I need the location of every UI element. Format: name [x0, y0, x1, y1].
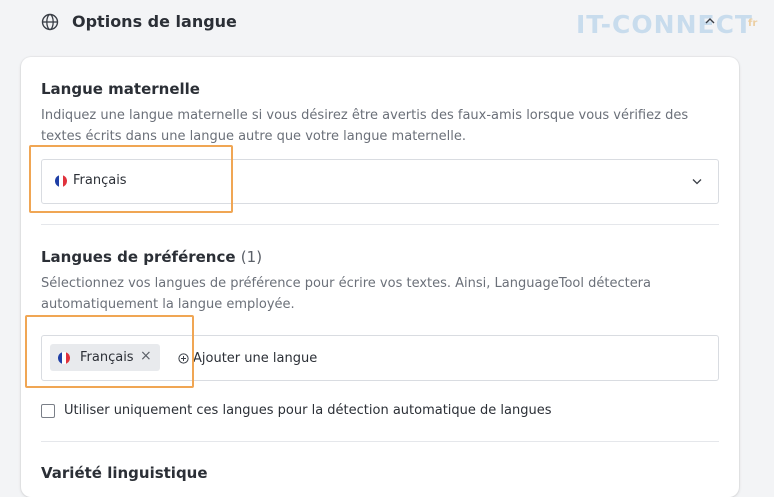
preferred-languages-field[interactable]: Français × Ajouter une langue — [41, 335, 719, 381]
preferred-languages-description: Sélectionnez vos langues de préférence p… — [41, 276, 651, 312]
add-language-label: Ajouter une langue — [193, 350, 318, 366]
divider — [41, 224, 719, 225]
preferred-languages-title: Langues de préférence (1) — [41, 248, 262, 266]
preferred-languages-title-text: Langues de préférence — [41, 248, 236, 266]
section-title: Options de langue — [72, 12, 237, 31]
mother-tongue-select[interactable]: Français — [41, 159, 719, 204]
mother-tongue-title: Langue maternelle — [41, 80, 200, 98]
watermark-suffix: fr — [748, 18, 758, 29]
france-flag-icon — [55, 175, 67, 187]
restrict-detection-checkbox[interactable] — [41, 403, 55, 418]
preferred-languages-count: (1) — [240, 248, 263, 266]
add-language-button[interactable]: Ajouter une langue — [178, 349, 317, 367]
language-chip-label: Français — [80, 350, 134, 365]
chevron-down-icon — [692, 179, 702, 185]
mother-tongue-value: Français — [73, 173, 127, 188]
watermark-logo: IT-CONNECT — [576, 10, 753, 39]
globe-icon — [41, 13, 59, 31]
variety-title: Variété linguistique — [41, 464, 208, 482]
language-settings-card: Langue maternelle Indiquez une langue ma… — [21, 57, 739, 497]
restrict-detection-option[interactable]: Utiliser uniquement ces langues pour la … — [41, 403, 552, 418]
section-header[interactable]: Options de langue IT-CONNECT fr — [0, 0, 774, 46]
divider — [41, 441, 719, 442]
mother-tongue-description: Indiquez une langue maternelle si vous d… — [41, 108, 689, 144]
plus-circle-icon — [178, 352, 189, 364]
restrict-detection-label: Utiliser uniquement ces langues pour la … — [64, 403, 552, 418]
france-flag-icon — [58, 352, 70, 364]
chevron-up-icon[interactable] — [703, 16, 717, 26]
close-icon[interactable]: × — [140, 348, 152, 364]
language-chip: Français × — [50, 344, 160, 371]
